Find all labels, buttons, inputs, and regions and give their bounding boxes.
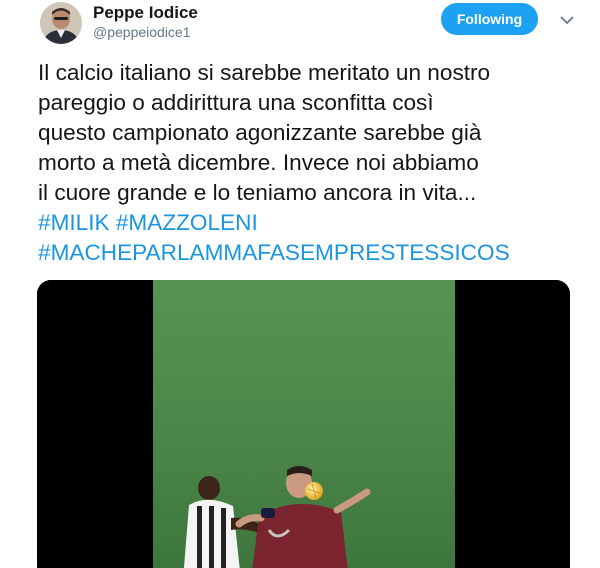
hashtag-line: #MACHEPARLAMMAFASEMPRESTESSICOS [38,238,588,268]
hashtag-mazzoleni-link[interactable]: #MAZZOLENI [116,210,258,235]
tweet-text-line: morto a metà dicembre. Invece noi abbiam… [38,150,479,175]
hashtag-milik-link[interactable]: #MILIK [38,210,110,235]
hashtag-line: #MILIK #MAZZOLENI [38,208,588,238]
tweet-text-line: pareggio o addirittura una sconfitta cos… [38,90,434,115]
following-button[interactable]: Following [441,3,538,35]
tweet-text: Il calcio italiano si sarebbe meritato u… [38,58,588,268]
tweet-menu-button[interactable] [557,10,577,30]
tweet-text-line: il cuore grande e lo teniamo ancora in v… [38,180,477,205]
hashtag-macheparlamma-link[interactable]: #MACHEPARLAMMAFASEMPRESTESSICOS [38,240,510,265]
user-handle[interactable]: @peppeiodice1 [93,24,191,40]
tweet-text-line: Il calcio italiano si sarebbe meritato u… [38,60,491,85]
video-frame [37,280,570,568]
avatar[interactable] [40,2,82,44]
avatar-photo [40,2,82,44]
tweet-video[interactable] [37,280,570,568]
tweet-header: Peppe Iodice @peppeiodice1 Following [36,0,576,58]
tweet-text-line: questo campionato agonizzante sarebbe gi… [38,120,482,145]
chevron-down-icon [560,16,574,24]
user-name[interactable]: Peppe Iodice [93,3,198,23]
tweet-card: Peppe Iodice @peppeiodice1 Following Il … [0,0,600,568]
